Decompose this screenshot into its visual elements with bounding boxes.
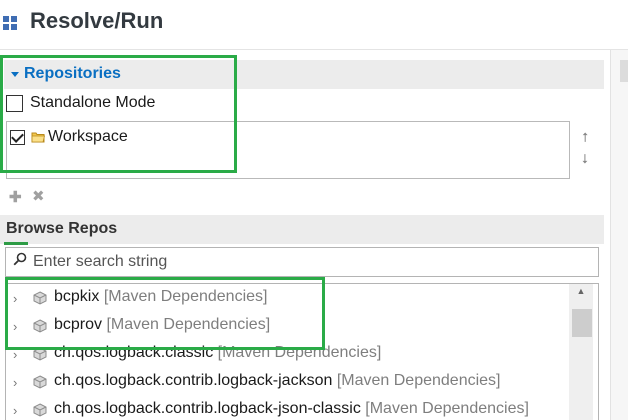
bundle-source: [Maven Dependencies] [336, 372, 501, 389]
scroll-thumb[interactable] [572, 309, 592, 337]
bundle-icon [33, 375, 47, 389]
search-input[interactable] [33, 252, 573, 272]
scroll-up-icon[interactable]: ▲ [569, 286, 593, 300]
tree-row[interactable]: › ch.qos.logback.contrib.logback-json-cl… [6, 397, 576, 420]
highlight-dependencies [5, 277, 325, 350]
bundle-name: ch.qos.logback.contrib.logback-jackson [54, 372, 333, 389]
tree-item-label: ch.qos.logback.contrib.logback-json-clas… [54, 400, 529, 418]
highlight-repositories [0, 55, 237, 173]
bundle-name: ch.qos.logback.contrib.logback-json-clas… [54, 400, 361, 417]
divider [0, 49, 628, 50]
move-down-icon[interactable]: ⭣ [582, 151, 588, 167]
right-panel-edge [610, 50, 628, 420]
tree-scrollbar[interactable] [569, 284, 593, 420]
tree-item-label: ch.qos.logback.contrib.logback-jackson [… [54, 372, 500, 390]
add-repository-icon[interactable]: ✚ [9, 188, 22, 206]
move-up-icon[interactable]: ⭡ [582, 130, 588, 146]
page-title: Resolve/Run [30, 8, 164, 33]
browse-repos-label: Browse Repos [6, 220, 118, 237]
grid-icon [3, 16, 17, 30]
bundle-icon [33, 403, 47, 417]
search-icon [13, 252, 27, 266]
expand-chevron-icon[interactable]: › [13, 375, 17, 390]
expand-chevron-icon[interactable]: › [13, 403, 17, 418]
tree-row[interactable]: › ch.qos.logback.contrib.logback-jackson… [6, 369, 576, 397]
header-accent [4, 242, 28, 245]
bundle-source: [Maven Dependencies] [365, 400, 529, 417]
right-panel-tab[interactable] [620, 60, 628, 82]
browse-repos-header: Browse Repos [0, 215, 604, 244]
remove-repository-icon[interactable]: ✖ [32, 187, 45, 205]
